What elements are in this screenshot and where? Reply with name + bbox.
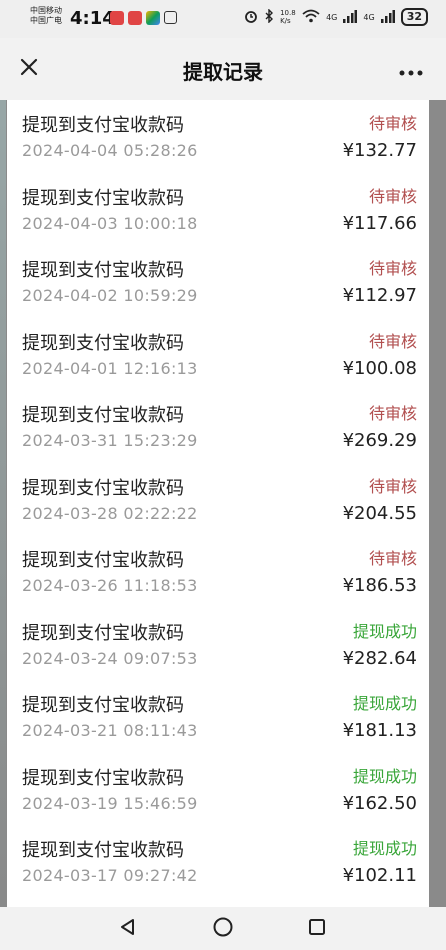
page-header: 提取记录 [0, 38, 446, 100]
signal-label-1: 4G [326, 12, 338, 22]
status-bar: 中国移动 中国广电 4:14 10.8 K/s 4G 4G 32 [0, 0, 446, 38]
record-status-badge: 提现成功 [352, 694, 417, 713]
record-status-badge: 待审核 [368, 331, 417, 351]
record-status-badge: 提现成功 [352, 621, 417, 641]
record-row[interactable]: 提现到支付宝收款码 2024-03-19 15:46:59 提现成功 ¥162.50 [7, 753, 429, 826]
record-row[interactable]: 提现到支付宝收款码 2024-03-21 08:11:43 提现成功 ¥181.13 [7, 680, 429, 753]
record-title: 提现到支付宝收款码 [22, 260, 184, 281]
record-status-badge: 待审核 [368, 476, 417, 496]
page-title: 提取记录 [183, 60, 263, 84]
record-row[interactable]: 提现到支付宝收款码 2024-03-28 02:22:22 待审核 ¥204.55 [7, 463, 429, 536]
record-time: 2024-04-03 10:00:18 [22, 213, 198, 233]
record-title: 提现到支付宝收款码 [22, 332, 184, 354]
record-amount: ¥117.66 [342, 212, 417, 234]
home-circle-icon [212, 916, 234, 942]
back-triangle-icon [118, 917, 138, 941]
background-strip-left [0, 0, 6, 950]
system-navigation-bar [0, 907, 446, 950]
record-status-badge: 待审核 [368, 404, 417, 423]
record-time: 2024-04-02 10:59:29 [22, 286, 198, 305]
record-amount: ¥181.13 [342, 720, 417, 741]
notification-app-icon [146, 11, 160, 25]
record-amount: ¥204.55 [342, 502, 417, 524]
more-icon [399, 57, 423, 82]
record-time: 2024-03-31 15:23:29 [22, 431, 198, 450]
record-status-badge: 提现成功 [352, 766, 417, 786]
record-title: 提现到支付宝收款码 [22, 550, 184, 571]
record-row[interactable]: 提现到支付宝收款码 2024-03-17 09:27:42 提现成功 ¥102.11 [7, 825, 429, 898]
carrier-line-1: 中国移动 [30, 6, 62, 15]
record-time: 2024-03-26 11:18:53 [22, 576, 198, 595]
record-time: 2024-03-19 15:46:59 [22, 793, 198, 813]
battery-indicator: 32 [400, 8, 428, 26]
record-row[interactable]: 提现到支付宝收款码 2024-04-02 10:59:29 待审核 ¥112.97 [7, 245, 429, 318]
record-amount: ¥269.29 [342, 430, 417, 451]
record-title: 提现到支付宝收款码 [22, 187, 184, 209]
record-row[interactable]: 提现到支付宝收款码 2024-04-03 10:00:18 待审核 ¥117.66 [7, 173, 429, 246]
record-time: 2024-03-24 09:07:53 [22, 648, 198, 668]
more-button[interactable] [394, 52, 428, 86]
record-row[interactable]: 提现到支付宝收款码 2024-04-04 05:28:26 待审核 ¥132.77 [7, 100, 429, 173]
notification-app-icon [110, 11, 124, 25]
record-amount: ¥100.08 [342, 357, 417, 379]
back-button[interactable] [113, 915, 143, 943]
record-amount: ¥132.77 [342, 140, 417, 161]
signal-bars-icon [380, 9, 395, 26]
record-title: 提现到支付宝收款码 [22, 622, 184, 644]
record-amount: ¥282.64 [342, 647, 417, 669]
home-button[interactable] [208, 915, 238, 943]
record-time: 2024-03-17 09:27:42 [22, 866, 198, 885]
record-title: 提现到支付宝收款码 [22, 767, 184, 789]
record-status-badge: 待审核 [368, 114, 417, 133]
recents-square-icon [307, 917, 327, 941]
record-row[interactable]: 提现到支付宝收款码 2024-03-24 09:07:53 提现成功 ¥282.64 [7, 608, 429, 681]
record-row[interactable]: 提现到支付宝收款码 2024-03-26 11:18:53 待审核 ¥186.53 [7, 535, 429, 608]
wifi-icon [302, 9, 320, 26]
record-amount: ¥112.97 [342, 285, 417, 306]
withdrawal-record-list[interactable]: 提现到支付宝收款码 2024-04-04 05:28:26 待审核 ¥132.77 提现… [7, 100, 429, 907]
record-status-badge: 待审核 [368, 186, 417, 206]
record-title: 提现到支付宝收款码 [22, 477, 184, 499]
record-status-badge: 待审核 [368, 259, 417, 278]
record-title: 提现到支付宝收款码 [22, 695, 184, 716]
carrier-line-2: 中国广电 [30, 16, 62, 25]
nfc-icon [164, 11, 177, 24]
signal-bars-icon [343, 9, 358, 26]
record-time: 2024-04-01 12:16:13 [22, 358, 198, 378]
signal-label-2: 4G [363, 12, 375, 22]
record-row[interactable]: 提现到支付宝收款码 2024-03-31 15:23:29 待审核 ¥269.29 [7, 390, 429, 463]
alarm-icon [244, 9, 258, 26]
record-row[interactable]: 提现到支付宝收款码 2024-04-01 12:16:13 待审核 ¥100.08 [7, 318, 429, 391]
record-title: 提现到支付宝收款码 [22, 840, 184, 861]
notification-app-icon [128, 11, 142, 25]
status-indicators: 10.8 K/s 4G 4G 32 [244, 7, 428, 26]
clock: 4:14 [70, 8, 115, 29]
record-status-badge: 待审核 [368, 549, 417, 568]
record-title: 提现到支付宝收款码 [22, 405, 184, 426]
background-strip-right [436, 0, 446, 950]
network-speed: 10.8 K/s [280, 9, 296, 25]
record-amount: ¥102.11 [342, 865, 417, 886]
record-status-badge: 提现成功 [352, 839, 417, 858]
record-time: 2024-03-28 02:22:22 [22, 503, 198, 523]
recents-button[interactable] [302, 915, 332, 943]
record-time: 2024-03-21 08:11:43 [22, 721, 198, 740]
record-amount: ¥186.53 [342, 575, 417, 596]
bluetooth-icon [264, 7, 274, 26]
record-title: 提现到支付宝收款码 [22, 115, 184, 136]
record-amount: ¥162.50 [342, 792, 417, 814]
carrier-info: 中国移动 中国广电 [30, 6, 62, 26]
record-time: 2024-04-04 05:28:26 [22, 141, 198, 160]
